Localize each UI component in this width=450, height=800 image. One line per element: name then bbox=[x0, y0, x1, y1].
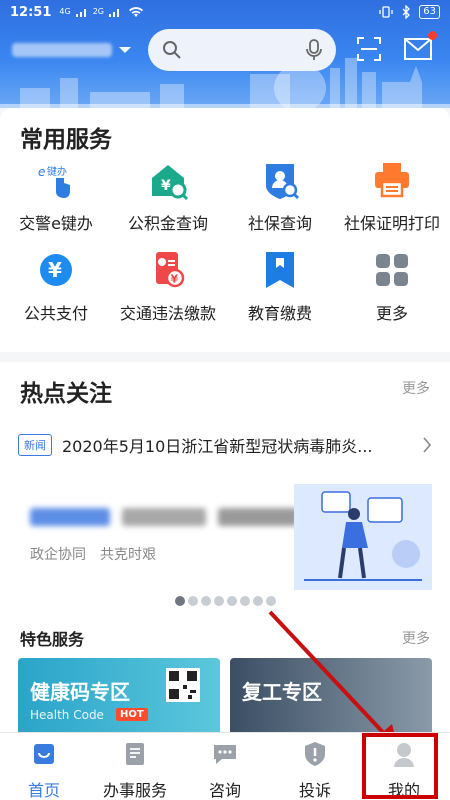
status-time: 12:51 bbox=[10, 4, 52, 20]
e-key-icon: e 键办 bbox=[38, 165, 70, 198]
carousel-dot[interactable] bbox=[252, 596, 263, 606]
carousel-dot[interactable] bbox=[174, 596, 185, 606]
housing-fund-icon: ¥ bbox=[152, 165, 189, 201]
grid-icon bbox=[376, 254, 408, 286]
battery-indicator: 63 bbox=[419, 5, 440, 19]
carousel-dot[interactable] bbox=[213, 596, 224, 606]
network-2g-indicator: 2G bbox=[92, 7, 104, 16]
qr-code-icon bbox=[166, 668, 200, 702]
service-label: 公共支付 bbox=[23, 304, 88, 323]
printer-icon bbox=[375, 163, 409, 198]
card-title: 复工专区 bbox=[242, 680, 322, 704]
tab-label: 首页 bbox=[27, 781, 60, 800]
vibrate-icon bbox=[379, 6, 393, 18]
location-label-blurred bbox=[12, 43, 112, 57]
hot-badge: HOT bbox=[116, 708, 148, 721]
service-traffic-e-key[interactable]: e 键办 交警e键办 bbox=[0, 160, 112, 234]
carousel-dot[interactable] bbox=[265, 596, 276, 606]
tab-services[interactable]: 办事服务 bbox=[95, 741, 175, 800]
card-subtitle: Health Code bbox=[30, 708, 104, 722]
section-title: 常用服务 bbox=[20, 127, 112, 153]
featured-services-section: 特色服务 更多 健康码专区 Health Code HOT 复工专区 bbox=[0, 618, 450, 732]
tab-home[interactable]: 首页 bbox=[4, 741, 84, 800]
tab-label: 办事服务 bbox=[102, 781, 167, 800]
service-label: 社保证明打印 bbox=[343, 214, 440, 233]
service-label: 交通违法缴款 bbox=[119, 304, 216, 323]
carousel-dot[interactable] bbox=[226, 596, 237, 606]
banner-text-blurred bbox=[218, 508, 298, 526]
section-title: 特色服务 bbox=[20, 630, 85, 649]
banner-subtitle: 政企协同 共克时艰 bbox=[30, 547, 156, 563]
header: 12:51 4G 2G 63 bbox=[0, 0, 450, 108]
service-social-security-print[interactable]: 社保证明打印 bbox=[336, 160, 448, 234]
chevron-down-icon bbox=[119, 47, 131, 53]
carousel-dot[interactable] bbox=[187, 596, 198, 606]
health-code-card[interactable]: 健康码专区 Health Code HOT bbox=[18, 658, 220, 732]
section-title: 热点关注 bbox=[20, 381, 112, 407]
common-services-section: 常用服务 e 键办 交警e键办 ¥ 公积金查询 社保查询 社保证明打印 ¥ 公共… bbox=[0, 108, 450, 352]
more-link[interactable]: 更多 bbox=[402, 378, 430, 398]
carousel-dot[interactable] bbox=[239, 596, 250, 606]
service-label: 教育缴费 bbox=[247, 304, 312, 323]
service-traffic-fine[interactable]: ¥ 交通违法缴款 bbox=[112, 250, 224, 324]
banner-carousel[interactable]: 政企协同 共克时艰 bbox=[18, 484, 432, 590]
more-link[interactable]: 更多 bbox=[402, 628, 430, 648]
news-tag: 新闻 bbox=[18, 434, 52, 456]
search-input[interactable] bbox=[148, 29, 336, 71]
status-bar: 12:51 4G 2G 63 bbox=[0, 0, 450, 24]
service-housing-fund[interactable]: ¥ 公积金查询 bbox=[112, 160, 224, 234]
service-label: 交警e键办 bbox=[19, 214, 93, 233]
document-icon bbox=[126, 743, 144, 765]
home-icon bbox=[34, 744, 54, 764]
notification-dot bbox=[428, 31, 437, 40]
network-4g-indicator: 4G bbox=[59, 7, 71, 16]
hot-topics-section: 热点关注 更多 新闻 2020年5月10日浙江省新型冠状病毒肺炎... 政企协同… bbox=[0, 362, 450, 618]
chat-icon bbox=[214, 745, 236, 764]
location-selector[interactable] bbox=[12, 38, 132, 62]
scan-icon[interactable] bbox=[356, 36, 382, 62]
service-label: 公积金查询 bbox=[127, 214, 208, 233]
social-security-icon bbox=[266, 164, 300, 200]
svg-text:¥: ¥ bbox=[161, 178, 171, 194]
news-headline: 2020年5月10日浙江省新型冠状病毒肺炎... bbox=[62, 437, 373, 456]
svg-text:e: e bbox=[38, 165, 45, 179]
annotation-highlight-box bbox=[362, 733, 438, 799]
svg-text:¥: ¥ bbox=[48, 258, 62, 282]
card-title: 健康码专区 bbox=[30, 680, 130, 704]
service-education-fee[interactable]: 教育缴费 bbox=[224, 250, 336, 324]
svg-text:键办: 键办 bbox=[47, 165, 67, 178]
carousel-indicator[interactable] bbox=[0, 596, 450, 606]
search-icon bbox=[163, 41, 181, 59]
yuan-icon: ¥ bbox=[40, 254, 72, 286]
microphone-icon[interactable] bbox=[306, 39, 322, 61]
app-screen: 12:51 4G 2G 63 常用服务 e 键办 交警e键办 ¥ 公积金查询 社… bbox=[0, 0, 450, 800]
mail-icon[interactable] bbox=[404, 38, 432, 60]
bluetooth-icon bbox=[402, 5, 411, 19]
signal-icon-2 bbox=[108, 9, 119, 17]
service-social-security[interactable]: 社保查询 bbox=[224, 160, 336, 234]
bookmark-icon bbox=[266, 252, 294, 288]
service-public-payment[interactable]: ¥ 公共支付 bbox=[0, 250, 112, 324]
banner-text-blurred bbox=[122, 508, 206, 526]
resume-work-card[interactable]: 复工专区 bbox=[230, 658, 432, 732]
traffic-fine-icon: ¥ bbox=[156, 252, 185, 288]
service-label: 社保查询 bbox=[247, 214, 312, 233]
banner-text-blurred bbox=[30, 508, 110, 526]
service-label: 更多 bbox=[375, 304, 408, 323]
news-item[interactable]: 新闻 2020年5月10日浙江省新型冠状病毒肺炎... bbox=[18, 432, 432, 458]
carousel-dot[interactable] bbox=[200, 596, 211, 606]
banner-illustration bbox=[294, 484, 432, 590]
service-more[interactable]: 更多 bbox=[336, 250, 448, 324]
wifi-icon bbox=[128, 7, 143, 17]
tab-label: 投诉 bbox=[298, 781, 331, 800]
svg-text:¥: ¥ bbox=[171, 273, 179, 286]
shield-alert-icon bbox=[305, 742, 325, 766]
tab-label: 咨询 bbox=[208, 781, 241, 800]
signal-icon bbox=[75, 9, 86, 17]
chevron-right-icon bbox=[423, 437, 432, 453]
tab-consult[interactable]: 咨询 bbox=[185, 741, 265, 800]
tab-complaint[interactable]: 投诉 bbox=[275, 741, 355, 800]
